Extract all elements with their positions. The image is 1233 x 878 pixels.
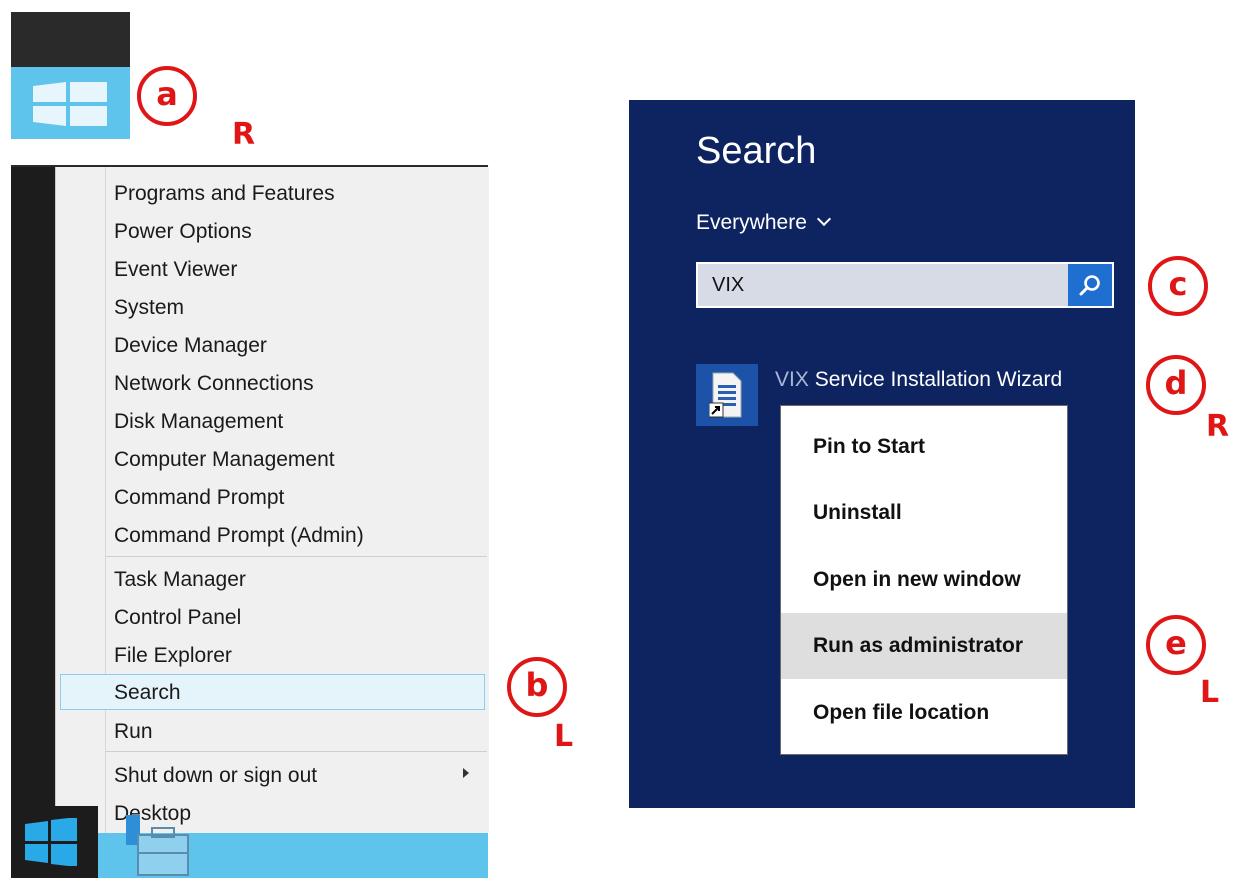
menu-item-device-manager[interactable]: Device Manager xyxy=(56,327,487,363)
ctx-item-run-as-administrator[interactable]: Run as administrator xyxy=(781,613,1067,679)
menu-item-label: File Explorer xyxy=(114,644,232,667)
menu-item-label: System xyxy=(114,296,185,319)
ctx-item-label: Run as administrator xyxy=(813,634,1024,657)
menu-item-label: Device Manager xyxy=(114,334,267,357)
windows-logo-icon xyxy=(25,818,77,866)
ctx-item-open-file-location[interactable]: Open file location xyxy=(781,680,1067,746)
search-scope-dropdown[interactable]: Everywhere xyxy=(696,211,831,235)
menu-separator xyxy=(106,556,487,557)
taskbar-start-button[interactable] xyxy=(11,806,98,878)
windows-logo-icon xyxy=(33,82,107,126)
magnifier-icon xyxy=(1079,275,1100,296)
menu-item-event-viewer[interactable]: Event Viewer xyxy=(56,251,487,287)
menu-item-command-prompt-admin[interactable]: Command Prompt (Admin) xyxy=(56,517,487,553)
menu-item-label: Task Manager xyxy=(114,568,246,591)
search-scope-label: Everywhere xyxy=(696,211,807,234)
annotation-step-c: c xyxy=(1148,256,1208,316)
menu-item-power-options[interactable]: Power Options xyxy=(56,213,487,249)
menu-item-disk-management[interactable]: Disk Management xyxy=(56,403,487,439)
annotation-click-b: L xyxy=(554,719,574,754)
menu-item-label: Command Prompt (Admin) xyxy=(114,524,364,547)
document-shortcut-icon xyxy=(709,372,742,418)
menu-item-run[interactable]: Run xyxy=(56,713,487,749)
menu-item-file-explorer[interactable]: File Explorer xyxy=(56,637,487,673)
ctx-item-label: Pin to Start xyxy=(813,435,926,458)
annotation-click-d: R xyxy=(1206,409,1230,444)
annotation-step-d: d xyxy=(1146,355,1206,415)
start-button[interactable] xyxy=(11,67,130,139)
search-result-item[interactable]: VIX Service Installation Wizard xyxy=(775,368,1062,392)
annotation-step-a: a xyxy=(137,66,197,126)
menu-item-label: Run xyxy=(114,720,153,743)
menu-item-label: Network Connections xyxy=(114,372,314,395)
ctx-item-pin-to-start[interactable]: Pin to Start xyxy=(781,414,1067,480)
menu-item-desktop[interactable]: Desktop xyxy=(56,795,487,831)
menu-item-label: Computer Management xyxy=(114,448,335,471)
taskbar-left-edge xyxy=(11,165,55,878)
winx-menu: Programs and Features Power Options Even… xyxy=(55,167,489,833)
ctx-item-label: Open in new window xyxy=(813,568,1021,591)
ctx-item-uninstall[interactable]: Uninstall xyxy=(781,480,1067,546)
menu-item-network-connections[interactable]: Network Connections xyxy=(56,365,487,401)
menu-separator xyxy=(106,751,487,752)
start-tile-strip xyxy=(11,12,130,67)
search-box xyxy=(696,262,1114,308)
annotation-step-b: b xyxy=(507,657,567,717)
menu-item-label: Control Panel xyxy=(114,606,242,629)
submenu-arrow-icon xyxy=(463,768,469,778)
menu-item-task-manager[interactable]: Task Manager xyxy=(56,561,487,597)
menu-item-label: Search xyxy=(114,681,181,704)
menu-item-shut-down-or-sign-out[interactable]: Shut down or sign out xyxy=(56,757,487,793)
search-button[interactable] xyxy=(1068,264,1112,306)
annotation-step-e: e xyxy=(1146,615,1206,675)
menu-item-programs-and-features[interactable]: Programs and Features xyxy=(56,175,487,211)
menu-item-search[interactable]: Search xyxy=(60,674,485,710)
charm-title: Search xyxy=(696,130,817,172)
menu-item-label: Power Options xyxy=(114,220,252,243)
chevron-down-icon xyxy=(816,211,831,227)
annotation-click-e: L xyxy=(1200,675,1220,710)
ctx-item-label: Uninstall xyxy=(813,501,902,524)
result-context-menu: Pin to Start Uninstall Open in new windo… xyxy=(780,405,1068,755)
menu-item-label: Command Prompt xyxy=(114,486,285,509)
menu-item-control-panel[interactable]: Control Panel xyxy=(56,599,487,635)
menu-item-command-prompt[interactable]: Command Prompt xyxy=(56,479,487,515)
ctx-item-open-in-new-window[interactable]: Open in new window xyxy=(781,547,1067,613)
menu-item-label: Event Viewer xyxy=(114,258,238,281)
annotation-click-a: R xyxy=(232,117,256,152)
menu-item-computer-management[interactable]: Computer Management xyxy=(56,441,487,477)
menu-item-label: Disk Management xyxy=(114,410,284,433)
search-result-icon[interactable] xyxy=(696,364,758,426)
menu-item-label: Programs and Features xyxy=(114,182,335,205)
ctx-item-label: Open file location xyxy=(813,701,990,724)
toolbox-icon[interactable] xyxy=(124,815,194,878)
search-input[interactable] xyxy=(698,264,1068,306)
result-rest-text: Service Installation Wizard xyxy=(808,368,1063,391)
result-match-text: VIX xyxy=(775,368,809,391)
menu-item-system[interactable]: System xyxy=(56,289,487,325)
menu-item-label: Shut down or sign out xyxy=(114,764,318,787)
